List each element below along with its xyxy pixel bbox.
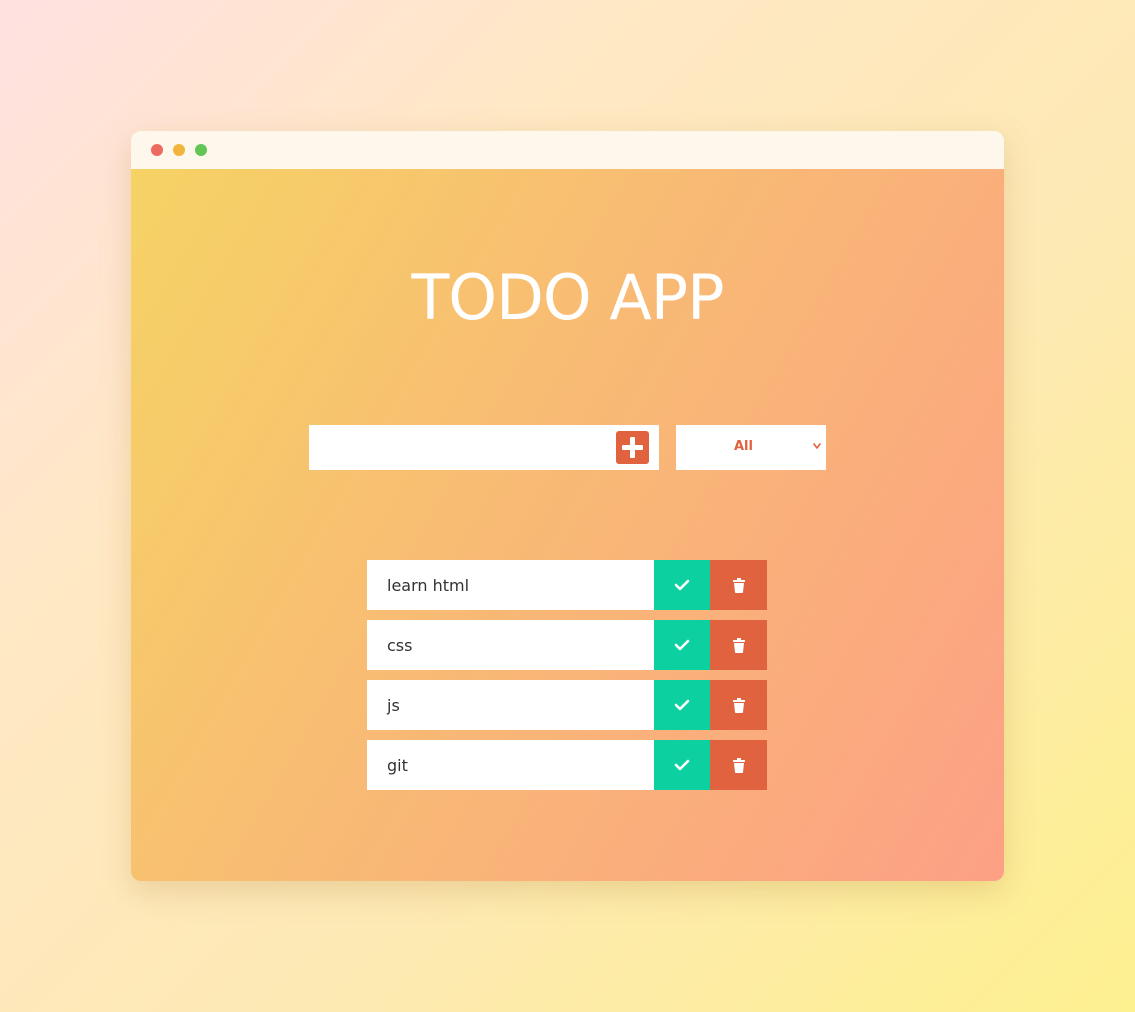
check-icon [674,579,690,591]
app-title: TODO APP [411,261,724,334]
app-container: TODO APP All learn html css js git [131,169,1004,881]
close-window-button[interactable] [151,144,163,156]
delete-button[interactable] [710,740,767,790]
browser-window: TODO APP All learn html css js git [131,131,1004,881]
complete-button[interactable] [654,680,710,730]
todo-item: learn html [367,560,767,610]
todo-text: css [367,620,654,670]
delete-button[interactable] [710,560,767,610]
todo-list: learn html css js git [367,560,767,800]
todo-input[interactable] [309,425,599,470]
todo-text: js [367,680,654,730]
todo-text: git [367,740,654,790]
complete-button[interactable] [654,620,710,670]
chevron-down-icon [813,443,821,449]
todo-text: learn html [367,560,654,610]
delete-button[interactable] [710,680,767,730]
filter-select[interactable]: All [676,425,826,470]
delete-button[interactable] [710,620,767,670]
minimize-window-button[interactable] [173,144,185,156]
todo-item: git [367,740,767,790]
todo-item: css [367,620,767,670]
trash-icon [732,757,745,773]
trash-icon [732,697,745,713]
check-icon [674,699,690,711]
filter-selected-value: All [734,439,753,454]
complete-button[interactable] [654,560,710,610]
complete-button[interactable] [654,740,710,790]
check-icon [674,639,690,651]
trash-icon [732,577,745,593]
maximize-window-button[interactable] [195,144,207,156]
check-icon [674,759,690,771]
todo-item: js [367,680,767,730]
add-todo-button[interactable] [616,431,649,464]
window-titlebar [131,131,1004,169]
trash-icon [732,637,745,653]
add-todo-form [309,425,659,470]
